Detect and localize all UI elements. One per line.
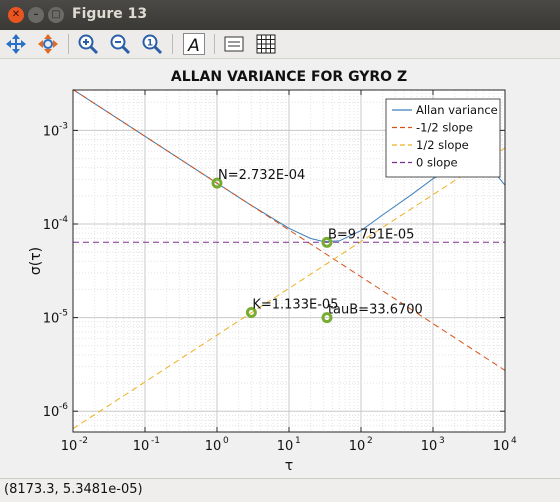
x-tick-exponent: -1 <box>151 436 160 446</box>
insert-text-icon: A <box>183 33 205 56</box>
x-tick-base: 10 <box>493 439 510 454</box>
close-button[interactable]: ✕ <box>8 7 24 23</box>
legend-entry: -1/2 slope <box>416 121 473 135</box>
rotate-button[interactable] <box>36 32 60 56</box>
x-tick-exponent: -2 <box>79 436 88 446</box>
x-tick-label: 10 2 <box>349 436 373 454</box>
title-bar: ✕ – □ Figure 13 <box>0 0 560 30</box>
x-tick-label: 10 3 <box>421 436 445 454</box>
legend-entry: 0 slope <box>416 156 458 170</box>
toggle-legend-button[interactable] <box>222 32 246 56</box>
legend-entry: Allan variance <box>416 103 498 117</box>
x-tick-label: 10 4 <box>493 436 517 454</box>
maximize-button[interactable]: □ <box>48 7 64 23</box>
zoom-in-icon <box>78 34 99 55</box>
x-tick-base: 10 <box>277 439 294 454</box>
legend-entry: 1/2 slope <box>416 138 469 152</box>
toggle-grid-icon <box>256 34 276 54</box>
status-bar: (8173.3, 5.3481e-05) <box>0 478 560 502</box>
x-tick-label: 10 1 <box>277 436 301 454</box>
x-tick-label: 10 -2 <box>61 436 88 454</box>
y-tick-exponent: -4 <box>59 215 68 225</box>
x-tick-base: 10 <box>205 439 222 454</box>
minimize-button[interactable]: – <box>28 7 44 23</box>
pan-icon <box>6 34 26 54</box>
zoom-out-button[interactable] <box>108 32 132 56</box>
toolbar-separator <box>68 34 69 54</box>
x-tick-base: 10 <box>61 439 78 454</box>
toggle-legend-icon <box>224 36 244 52</box>
zoom-fit-icon: 1 <box>142 34 163 55</box>
zoom-in-button[interactable] <box>76 32 100 56</box>
x-axis-label: τ <box>285 458 293 474</box>
y-tick-base: 10 <box>43 124 60 139</box>
x-tick-base: 10 <box>421 439 438 454</box>
x-tick-label: 10 -1 <box>133 436 160 454</box>
pan-button[interactable] <box>4 32 28 56</box>
legend[interactable]: Allan variance -1/2 slope 1/2 slope 0 slope <box>385 98 501 178</box>
x-tick-label: 10 0 <box>205 436 229 454</box>
x-tick-exponent: 0 <box>223 436 229 446</box>
y-tick-base: 10 <box>43 312 60 327</box>
insert-text-button[interactable]: A <box>182 32 206 56</box>
y-tick-base: 10 <box>43 218 60 233</box>
allan-variance-chart[interactable]: 10 -2 10 -1 10 0 10 1 10 2 10 3 10 410 -610 -510 -410 -3 … <box>0 59 560 477</box>
y-tick-exponent: -6 <box>59 402 68 412</box>
y-tick-label: 10 -3 <box>43 121 68 139</box>
y-tick-exponent: -5 <box>59 309 68 319</box>
rotate-icon <box>38 34 58 54</box>
annotation-label: B=9.751E-05 <box>328 227 414 242</box>
zoom-out-icon <box>110 34 131 55</box>
x-tick-exponent: 2 <box>367 436 373 446</box>
svg-text:1: 1 <box>147 39 153 49</box>
chart-title: ALLAN VARIANCE FOR GYRO Z <box>171 69 407 85</box>
svg-text:A: A <box>187 36 200 56</box>
toolbar-separator <box>172 34 173 54</box>
x-tick-exponent: 1 <box>295 436 301 446</box>
cursor-coordinates: (8173.3, 5.3481e-05) <box>4 482 143 497</box>
annotation-label: tauB=33.6700 <box>328 303 423 318</box>
figure-toolbar: 1 A <box>0 30 560 59</box>
toolbar-separator <box>214 34 215 54</box>
annotation-label: K=1.133E-05 <box>252 298 338 313</box>
toggle-grid-button[interactable] <box>254 32 278 56</box>
y-tick-label: 10 -4 <box>43 215 69 233</box>
x-tick-exponent: 3 <box>439 436 445 446</box>
annotation-label: N=2.732E-04 <box>218 168 305 183</box>
figure-canvas[interactable]: 10 -2 10 -1 10 0 10 1 10 2 10 3 10 4 10 -6 10 -5 10 -4 10 -3 … <box>0 59 560 477</box>
y-tick-label: 10 -6 <box>43 402 69 420</box>
x-tick-base: 10 <box>133 439 150 454</box>
y-tick-base: 10 <box>43 405 60 420</box>
window-title: Figure 13 <box>72 6 148 22</box>
x-tick-base: 10 <box>349 439 366 454</box>
x-tick-exponent: 4 <box>511 436 517 446</box>
zoom-fit-button[interactable]: 1 <box>140 32 164 56</box>
y-axis-label: σ(τ) <box>28 247 44 275</box>
y-tick-label: 10 -5 <box>43 309 68 327</box>
y-tick-exponent: -3 <box>59 121 68 131</box>
